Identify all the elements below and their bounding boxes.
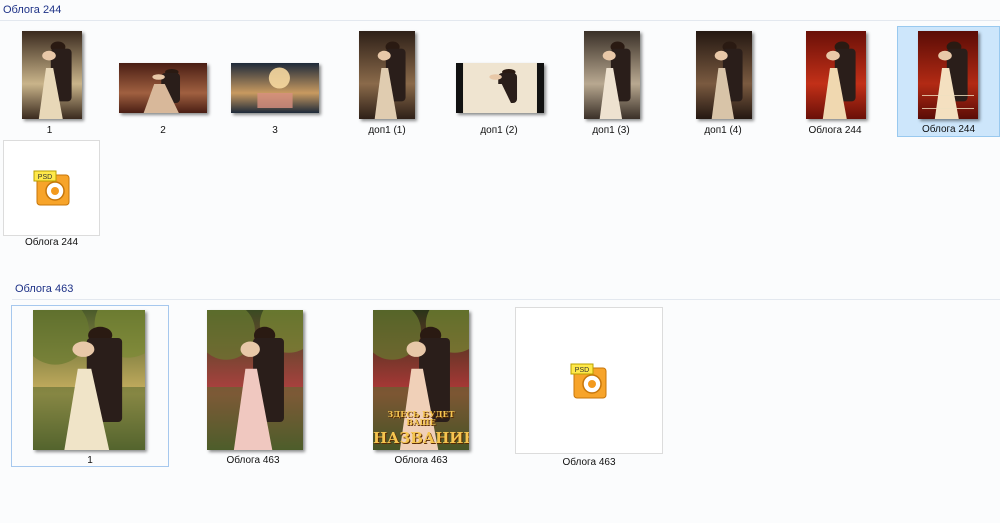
file-name-label: 1 [46, 125, 53, 136]
file-item-psd[interactable]: PSD Облога 244 [3, 140, 100, 248]
file-item-image[interactable]: Облога 463 [186, 305, 320, 467]
cover-title-line: НАЗВАНИЕ [373, 429, 469, 447]
file-name-label: доп1 (2) [480, 125, 518, 136]
file-item-image[interactable]: доп1 (4) [673, 24, 773, 137]
image-thumbnail [231, 63, 319, 113]
image-thumbnail [207, 310, 303, 450]
file-item-image[interactable]: 1 [2, 24, 97, 137]
image-thumbnail [806, 31, 866, 119]
file-name-label: Облога 244 [24, 237, 79, 248]
group-divider [12, 299, 1000, 300]
image-thumbnail: ЗДЕСЬ БУДЕТ ВАШЕ НАЗВАНИЕ [373, 310, 469, 450]
file-name-label: 1 [87, 455, 93, 466]
file-item-image[interactable]: Облога 244 [897, 26, 1000, 137]
file-name-label: Облога 463 [394, 455, 448, 466]
file-name-label: доп1 (4) [704, 125, 742, 136]
file-name-label: Облога 244 [808, 125, 862, 136]
file-name-label: доп1 (1) [368, 125, 406, 136]
image-thumbnail [456, 63, 544, 113]
file-name-label: Облога 463 [226, 455, 280, 466]
file-name-label: 2 [160, 125, 166, 136]
file-item-image[interactable]: доп1 (3) [561, 24, 661, 137]
file-item-image[interactable]: 3 [225, 24, 325, 137]
file-item-image[interactable]: доп1 (2) [449, 24, 549, 137]
file-name-label: доп1 (3) [592, 125, 630, 136]
image-thumbnail [696, 31, 752, 119]
file-item-psd[interactable]: PSD Облога 463 [515, 307, 663, 468]
group-divider [0, 20, 1000, 21]
image-thumbnail [119, 63, 207, 113]
image-thumbnail [22, 31, 82, 119]
image-thumbnail [33, 310, 145, 450]
psd-badge-text: PSD [575, 367, 589, 374]
image-thumbnail [359, 31, 415, 119]
file-item-image[interactable]: доп1 (1) [337, 24, 437, 137]
file-item-image[interactable]: 1 [11, 305, 169, 467]
image-thumbnail [584, 31, 640, 119]
psd-file-icon: PSD [33, 169, 73, 207]
cover-title-line: ЗДЕСЬ БУДЕТ ВАШЕ [387, 409, 455, 427]
group-header-2[interactable]: Облога 463 [15, 283, 73, 295]
group-header-1[interactable]: Облога 244 [3, 4, 61, 16]
file-item-image[interactable]: ЗДЕСЬ БУДЕТ ВАШЕ НАЗВАНИЕ Облога 463 [352, 305, 490, 467]
psd-file-icon: PSD [570, 362, 610, 400]
file-item-image[interactable]: Облога 244 [785, 24, 885, 137]
file-name-label: Облога 463 [562, 457, 616, 468]
cover-title-text [922, 95, 974, 109]
file-name-label: Облога 244 [921, 124, 976, 135]
image-thumbnail [918, 31, 978, 119]
file-item-image[interactable]: 2 [113, 24, 213, 137]
file-name-label: 3 [272, 125, 278, 136]
psd-badge-text: PSD [37, 174, 51, 181]
